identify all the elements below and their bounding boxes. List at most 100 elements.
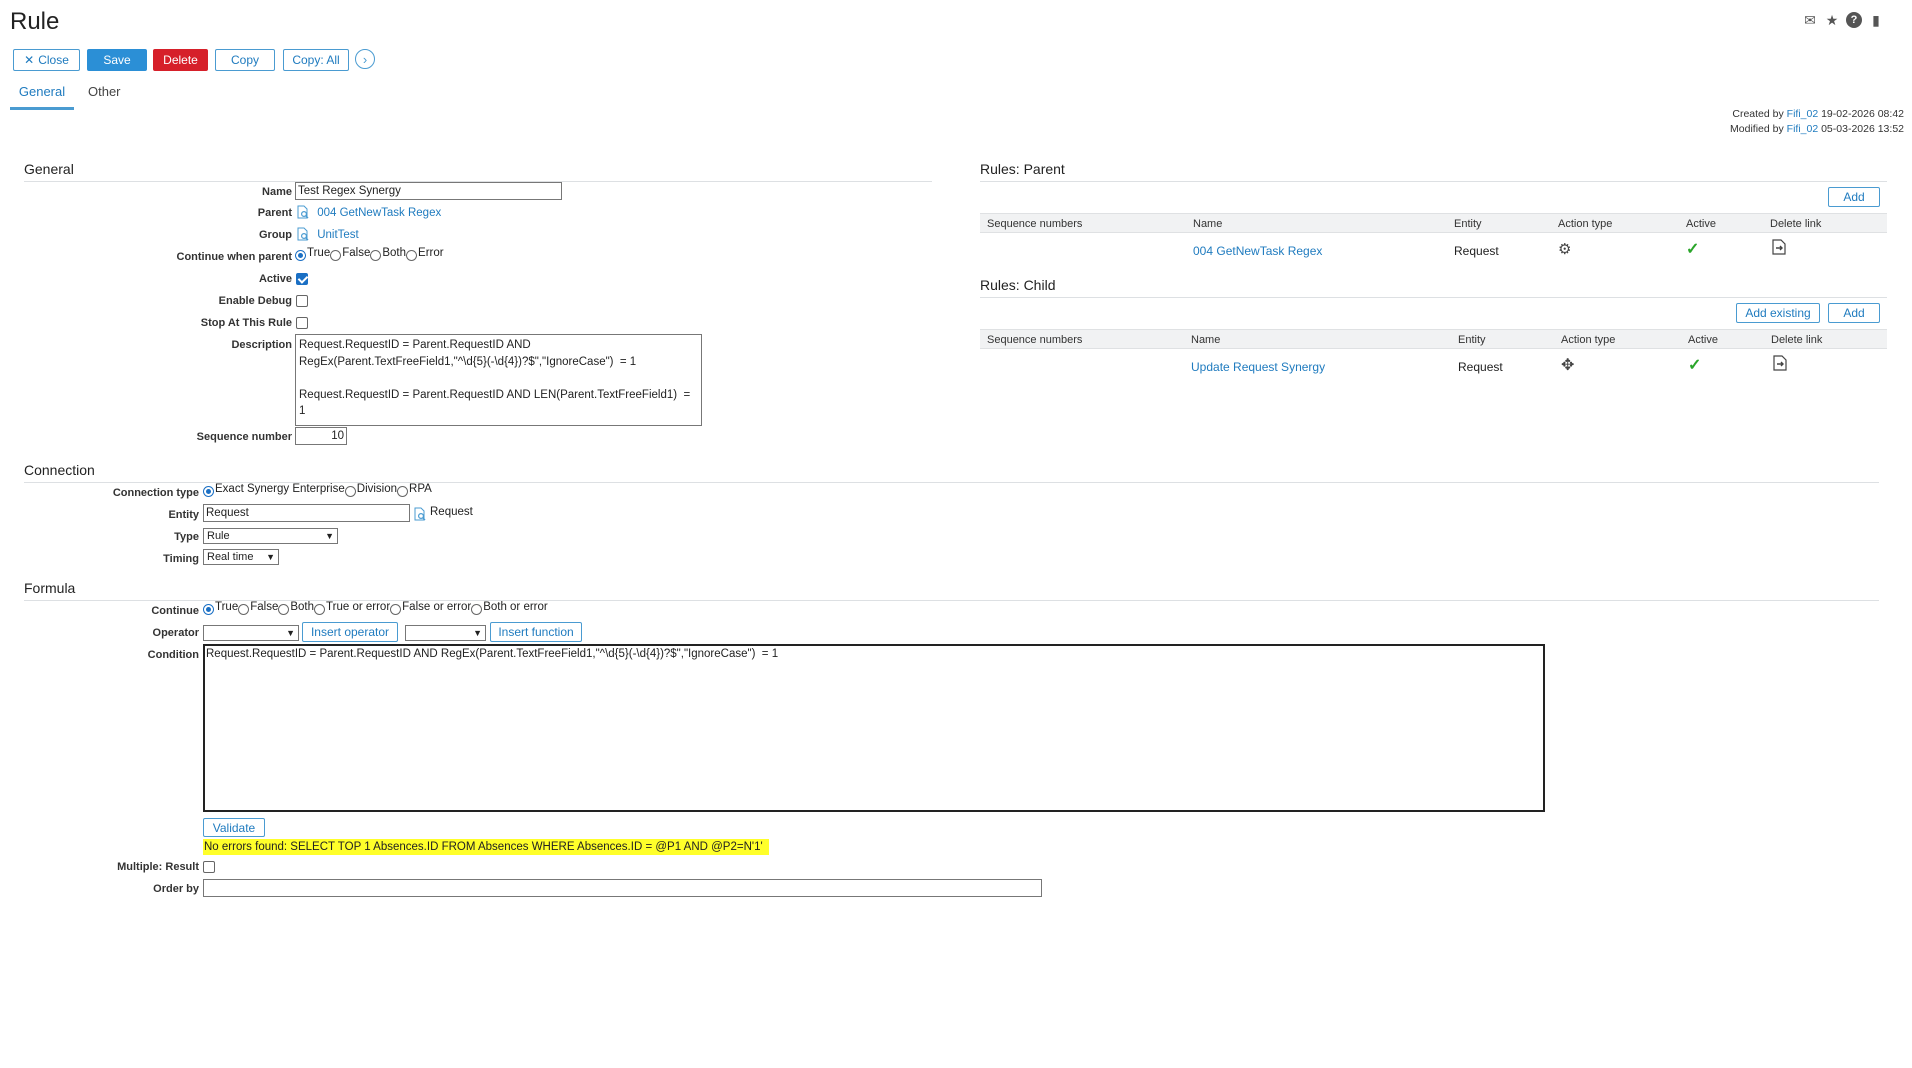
insert-operator-button[interactable]: Insert operator (302, 622, 398, 642)
chevron-down-icon: ▼ (325, 531, 334, 541)
radio-true[interactable] (295, 250, 306, 261)
active-checkbox[interactable] (296, 273, 308, 285)
delete-button[interactable]: Delete (153, 49, 208, 71)
description-textarea[interactable]: Request.RequestID = Parent.RequestID AND… (295, 334, 702, 426)
radio-both-or-error-label: Both or error (483, 601, 548, 613)
manual-book-icon[interactable]: ▮ (1868, 12, 1884, 28)
col-name[interactable]: Name (1191, 334, 1220, 346)
created-date: 19-02-2026 08:42 (1821, 108, 1904, 120)
operator-select[interactable]: ▼ (203, 625, 299, 641)
rules-child-row-name[interactable]: Update Request Synergy (1191, 360, 1325, 374)
parent-link[interactable]: 004 GetNewTask Regex (317, 207, 441, 219)
order-by-input[interactable] (203, 879, 1042, 897)
type-select[interactable]: Rule ▼ (203, 528, 338, 544)
rules-child-row-entity: Request (1458, 360, 1503, 374)
rules-child-divider (980, 297, 1887, 298)
tab-general[interactable]: General (10, 84, 74, 110)
lookup-icon[interactable] (296, 205, 310, 219)
rules-child-add-existing-button[interactable]: Add existing (1736, 303, 1820, 323)
parent-field: 004 GetNewTask Regex (296, 205, 441, 219)
connection-section-title: Connection (24, 462, 95, 478)
radio-false[interactable] (330, 250, 342, 261)
enable-debug-checkbox[interactable] (296, 295, 308, 307)
modified-date: 05-03-2026 13:52 (1821, 123, 1904, 135)
sequence-number-input[interactable]: 10 (295, 427, 347, 445)
col-active[interactable]: Active (1688, 334, 1718, 346)
radio-false[interactable] (238, 604, 250, 615)
col-action-type[interactable]: Action type (1558, 218, 1612, 230)
condition-label: Condition (147, 649, 199, 661)
radio-both[interactable] (370, 250, 382, 261)
radio-true-label: True (215, 601, 239, 613)
multiple-result-checkbox[interactable] (203, 861, 215, 873)
rules-parent-row-name[interactable]: 004 GetNewTask Regex (1193, 244, 1322, 258)
active-check-icon: ✓ (1686, 241, 1700, 258)
timing-select[interactable]: Real time ▼ (203, 549, 279, 565)
save-button[interactable]: Save (87, 49, 147, 71)
radio-true-label: True (307, 247, 331, 259)
stop-at-rule-checkbox[interactable] (296, 317, 308, 329)
name-input[interactable]: Test Regex Synergy (295, 182, 562, 200)
mail-settings-icon[interactable]: ✉ (1802, 12, 1818, 28)
col-sequence[interactable]: Sequence numbers (987, 334, 1082, 346)
tab-other[interactable]: Other (88, 84, 121, 107)
copy-button[interactable]: Copy (215, 49, 275, 71)
rules-child-title: Rules: Child (980, 277, 1056, 293)
col-entity[interactable]: Entity (1458, 334, 1486, 346)
page-title: Rule (10, 8, 60, 35)
radio-both-or-error[interactable] (471, 604, 483, 615)
function-select[interactable]: ▼ (405, 625, 486, 641)
close-button[interactable]: ✕ Close (13, 49, 80, 71)
entity-input[interactable]: Request (203, 504, 410, 522)
formula-continue-radio-group: True False Both True or error False or e… (203, 601, 548, 615)
continue-label: Continue (151, 605, 199, 617)
connection-type-radio-group: Exact Synergy Enterprise Division RPA (203, 483, 432, 497)
move-icon: ✥ (1561, 357, 1575, 374)
rules-parent-add-button[interactable]: Add (1828, 187, 1880, 207)
enable-debug-label: Enable Debug (218, 295, 292, 307)
lookup-icon[interactable] (413, 507, 427, 521)
col-delete-link[interactable]: Delete link (1770, 218, 1821, 230)
validate-button[interactable]: Validate (203, 818, 265, 837)
radio-rpa[interactable] (397, 486, 409, 497)
rules-parent-header: Sequence numbers Name Entity Action type… (980, 213, 1887, 233)
continue-parent-radio-group: True False Both Error (295, 247, 444, 261)
col-entity[interactable]: Entity (1454, 218, 1482, 230)
radio-exact-synergy[interactable] (203, 486, 214, 497)
radio-both[interactable] (278, 604, 290, 615)
lookup-icon[interactable] (296, 227, 310, 241)
next-arrow-icon[interactable]: › (355, 49, 375, 69)
modified-info: Modified by Fifi_02 05-03-2026 13:52 (1730, 123, 1904, 135)
radio-error-label: Error (418, 247, 444, 259)
col-delete-link[interactable]: Delete link (1771, 334, 1822, 346)
radio-error[interactable] (406, 250, 418, 261)
group-link[interactable]: UnitTest (317, 229, 359, 241)
radio-division[interactable] (344, 486, 356, 497)
rules-parent-divider (980, 181, 1887, 182)
insert-function-button[interactable]: Insert function (490, 622, 582, 642)
delete-link-icon[interactable] (1773, 355, 1787, 374)
modified-user-link[interactable]: Fifi_02 (1787, 123, 1819, 135)
connection-type-label: Connection type (112, 487, 199, 499)
favorite-star-icon[interactable]: ★ (1824, 12, 1840, 28)
col-name[interactable]: Name (1193, 218, 1222, 230)
rules-child-add-button[interactable]: Add (1828, 303, 1880, 323)
help-icon[interactable]: ? (1846, 12, 1862, 28)
created-user-link[interactable]: Fifi_02 (1787, 108, 1819, 120)
col-sequence[interactable]: Sequence numbers (987, 218, 1082, 230)
name-label: Name (262, 186, 292, 198)
col-action-type[interactable]: Action type (1561, 334, 1615, 346)
chevron-down-icon: ▼ (286, 628, 295, 638)
radio-rpa-label: RPA (409, 483, 432, 495)
chevron-down-icon: ▼ (266, 552, 275, 562)
radio-true-or-error[interactable] (314, 604, 326, 615)
copy-all-button[interactable]: Copy: All (283, 49, 349, 71)
validation-message: No errors found: SELECT TOP 1 Absences.I… (203, 839, 769, 855)
delete-link-icon[interactable] (1772, 239, 1786, 258)
col-active[interactable]: Active (1686, 218, 1716, 230)
stop-at-rule-label: Stop At This Rule (200, 317, 292, 329)
condition-textarea[interactable]: Request.RequestID = Parent.RequestID AND… (203, 644, 1545, 812)
radio-false-or-error[interactable] (390, 604, 402, 615)
radio-true[interactable] (203, 604, 214, 615)
entity-lookup-text: Request (430, 506, 473, 518)
